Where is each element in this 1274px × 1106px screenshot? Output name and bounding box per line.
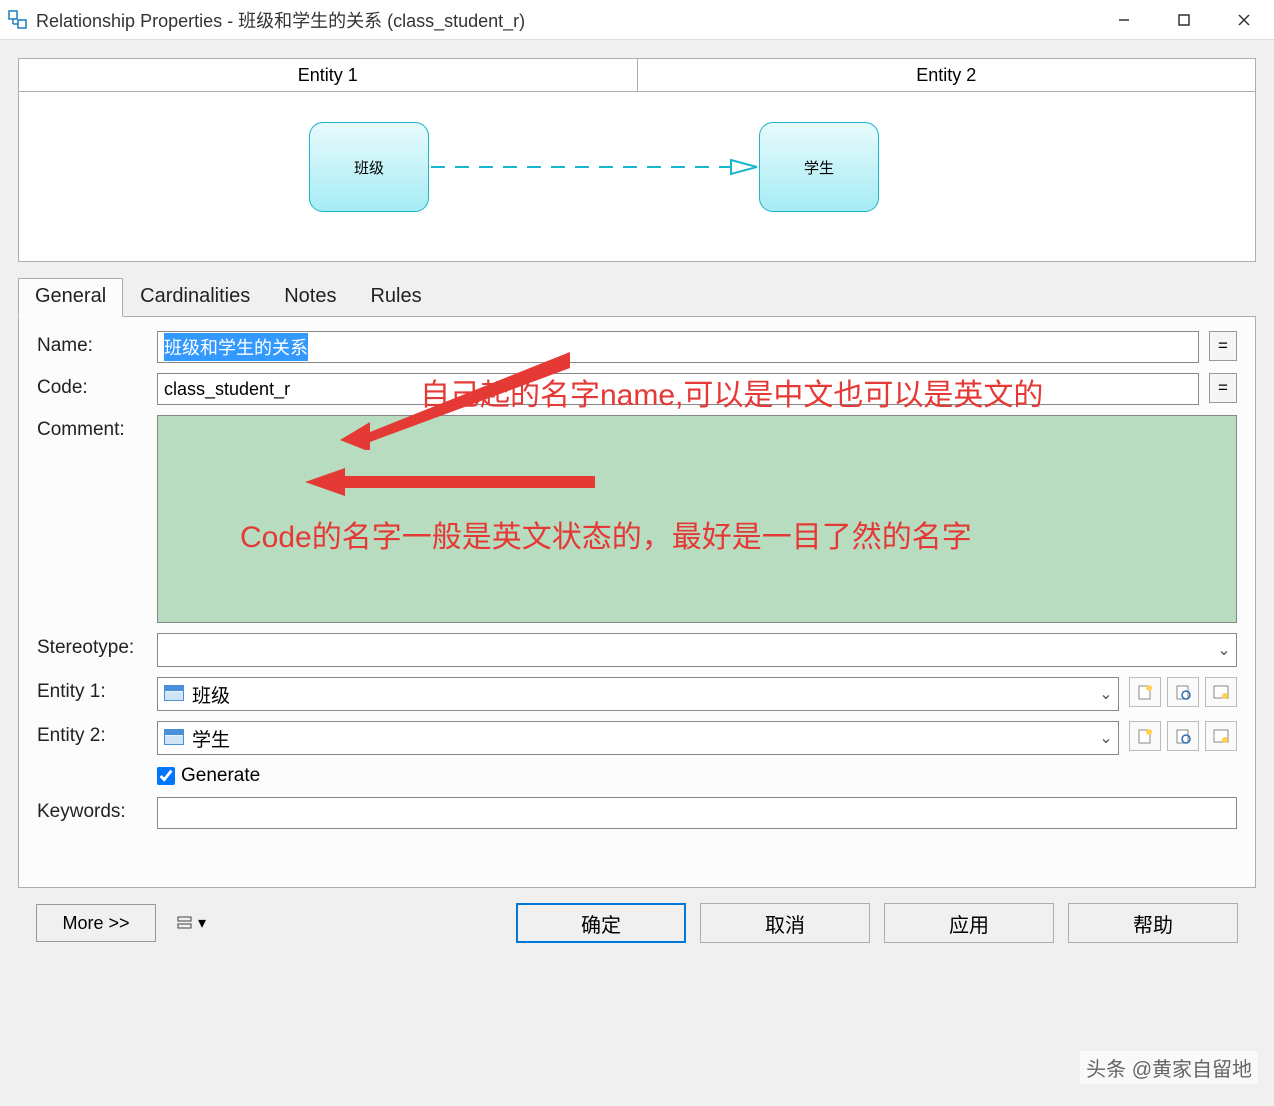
keywords-label: Keywords: — [37, 797, 157, 823]
tabs: General Cardinalities Notes Rules Name: … — [18, 278, 1256, 888]
stereotype-combo[interactable]: ⌄ — [157, 633, 1237, 667]
comment-textarea[interactable] — [157, 415, 1237, 623]
chevron-down-icon: ⌄ — [1094, 684, 1118, 704]
cancel-button[interactable]: 取消 — [700, 903, 870, 943]
generate-label: Generate — [181, 765, 260, 787]
tab-row: General Cardinalities Notes Rules — [18, 278, 1256, 316]
maximize-button[interactable] — [1154, 0, 1214, 39]
code-equals-button[interactable]: = — [1209, 373, 1237, 403]
tab-general[interactable]: General — [18, 278, 123, 317]
chevron-down-icon: ⌄ — [1094, 728, 1118, 748]
chevron-down-icon: ⌄ — [1212, 640, 1236, 660]
entity1-combo[interactable]: 班级 ⌄ — [157, 677, 1119, 711]
tab-cardinalities[interactable]: Cardinalities — [123, 278, 267, 316]
tab-notes[interactable]: Notes — [267, 278, 353, 316]
entity1-label: Entity 1: — [37, 677, 157, 703]
dialog-footer: More >> ▾ 确定 取消 应用 帮助 — [18, 888, 1256, 958]
entity2-header[interactable]: Entity 2 — [638, 59, 1256, 91]
entity1-browse-button[interactable] — [1167, 677, 1199, 707]
keywords-input[interactable] — [157, 797, 1237, 829]
name-input[interactable]: 班级和学生的关系 — [157, 331, 1199, 363]
more-button[interactable]: More >> — [36, 904, 156, 942]
entity2-new-button[interactable] — [1129, 721, 1161, 751]
name-equals-button[interactable]: = — [1209, 331, 1237, 361]
name-label: Name: — [37, 331, 157, 357]
window-title: Relationship Properties - 班级和学生的关系 (clas… — [36, 7, 1094, 33]
entity2-combo[interactable]: 学生 ⌄ — [157, 721, 1119, 755]
entity1-properties-button[interactable] — [1205, 677, 1237, 707]
watermark: 头条 @黄家自留地 — [1080, 1051, 1258, 1084]
entity1-header[interactable]: Entity 1 — [19, 59, 638, 91]
relationship-line — [431, 166, 757, 168]
ok-button[interactable]: 确定 — [516, 903, 686, 943]
comment-label: Comment: — [37, 415, 157, 441]
entity2-properties-button[interactable] — [1205, 721, 1237, 751]
stereotype-label: Stereotype: — [37, 633, 157, 659]
entity-shape-left: 班级 — [309, 122, 429, 212]
table-icon — [164, 729, 186, 747]
view-mode-dropdown[interactable]: ▾ — [170, 905, 212, 941]
window-controls — [1094, 0, 1274, 39]
entity2-browse-button[interactable] — [1167, 721, 1199, 751]
entity2-label: Entity 2: — [37, 721, 157, 747]
help-button[interactable]: 帮助 — [1068, 903, 1238, 943]
table-icon — [164, 685, 186, 703]
close-button[interactable] — [1214, 0, 1274, 39]
titlebar[interactable]: Relationship Properties - 班级和学生的关系 (clas… — [0, 0, 1274, 40]
code-input[interactable] — [157, 373, 1199, 405]
tab-panel-general: Name: 班级和学生的关系 = Code: = — [18, 316, 1256, 888]
apply-button[interactable]: 应用 — [884, 903, 1054, 943]
content-area: Entity 1 Entity 2 班级 学生 General Cardinal… — [0, 40, 1274, 1106]
entity-shape-right: 学生 — [759, 122, 879, 212]
entity-header-row: Entity 1 Entity 2 — [18, 58, 1256, 92]
chevron-down-icon: ▾ — [198, 913, 206, 933]
app-icon — [8, 10, 28, 30]
dialog-window: Relationship Properties - 班级和学生的关系 (clas… — [0, 0, 1274, 1106]
minimize-button[interactable] — [1094, 0, 1154, 39]
entity1-new-button[interactable] — [1129, 677, 1161, 707]
generate-checkbox[interactable] — [157, 767, 175, 785]
relationship-diagram: 班级 学生 — [18, 92, 1256, 262]
tab-rules[interactable]: Rules — [353, 278, 438, 316]
code-label: Code: — [37, 373, 157, 399]
